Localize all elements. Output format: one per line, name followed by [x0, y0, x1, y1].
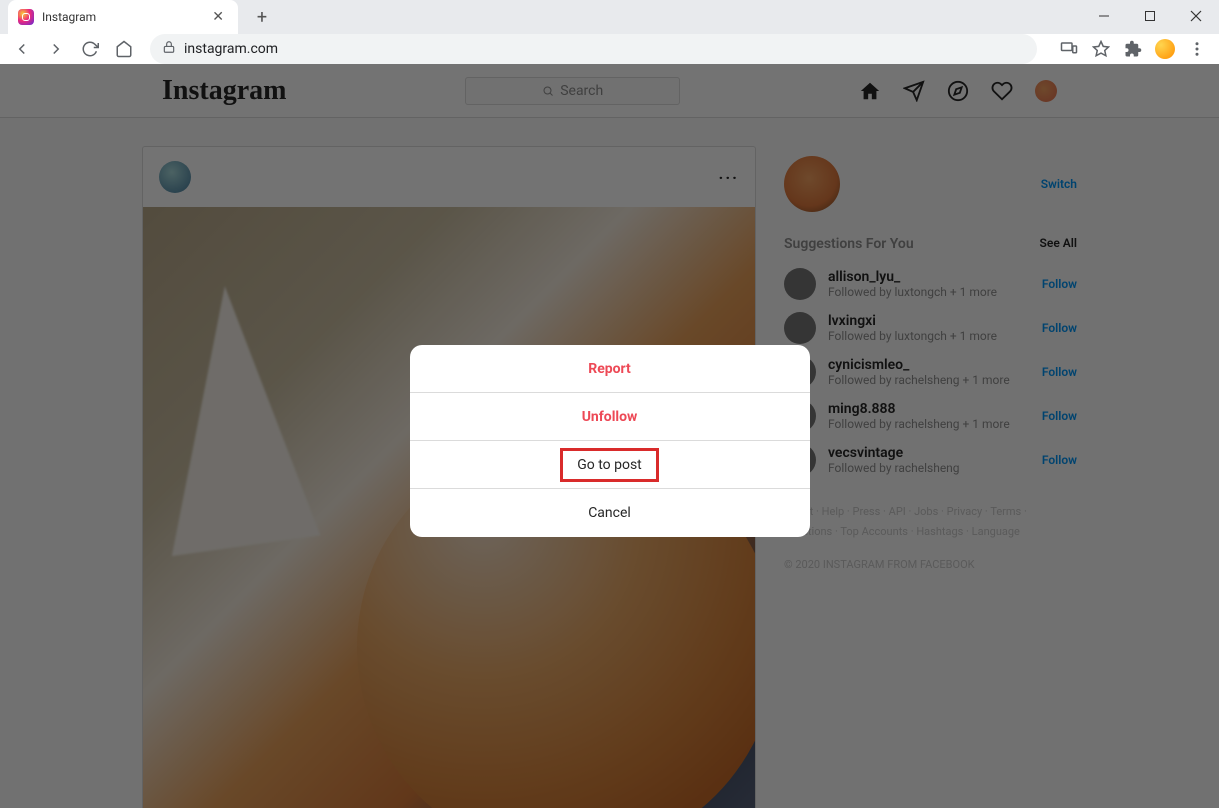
browser-tab[interactable]: Instagram ✕: [8, 0, 238, 34]
new-tab-button[interactable]: +: [248, 3, 276, 31]
modal-unfollow-button[interactable]: Unfollow: [410, 393, 810, 441]
address-bar[interactable]: instagram.com: [150, 34, 1037, 64]
device-icon[interactable]: [1055, 35, 1083, 63]
window-minimize-button[interactable]: [1081, 0, 1127, 32]
browser-titlebar: Instagram ✕ +: [0, 0, 1219, 34]
lock-icon: [162, 40, 176, 58]
forward-button[interactable]: [42, 35, 70, 63]
highlight-annotation: Go to post: [560, 448, 659, 482]
browser-toolbar: instagram.com: [0, 34, 1219, 64]
modal-report-button[interactable]: Report: [410, 345, 810, 393]
modal-cancel-button[interactable]: Cancel: [410, 489, 810, 537]
tab-close-icon[interactable]: ✕: [208, 9, 228, 25]
bookmark-star-icon[interactable]: [1087, 35, 1115, 63]
window-maximize-button[interactable]: [1127, 0, 1173, 32]
tab-title: Instagram: [42, 10, 208, 24]
modal-goto-post-button[interactable]: Go to post: [410, 441, 810, 489]
page-content: Instagram Search ·: [0, 64, 1219, 808]
instagram-favicon: [18, 9, 34, 25]
post-options-modal: Report Unfollow Go to post Cancel: [410, 345, 810, 537]
browser-menu-button[interactable]: [1183, 35, 1211, 63]
window-close-button[interactable]: [1173, 0, 1219, 32]
extension-badge-icon[interactable]: [1151, 35, 1179, 63]
url-text: instagram.com: [184, 41, 278, 57]
extensions-icon[interactable]: [1119, 35, 1147, 63]
home-button[interactable]: [110, 35, 138, 63]
reload-button[interactable]: [76, 35, 104, 63]
back-button[interactable]: [8, 35, 36, 63]
